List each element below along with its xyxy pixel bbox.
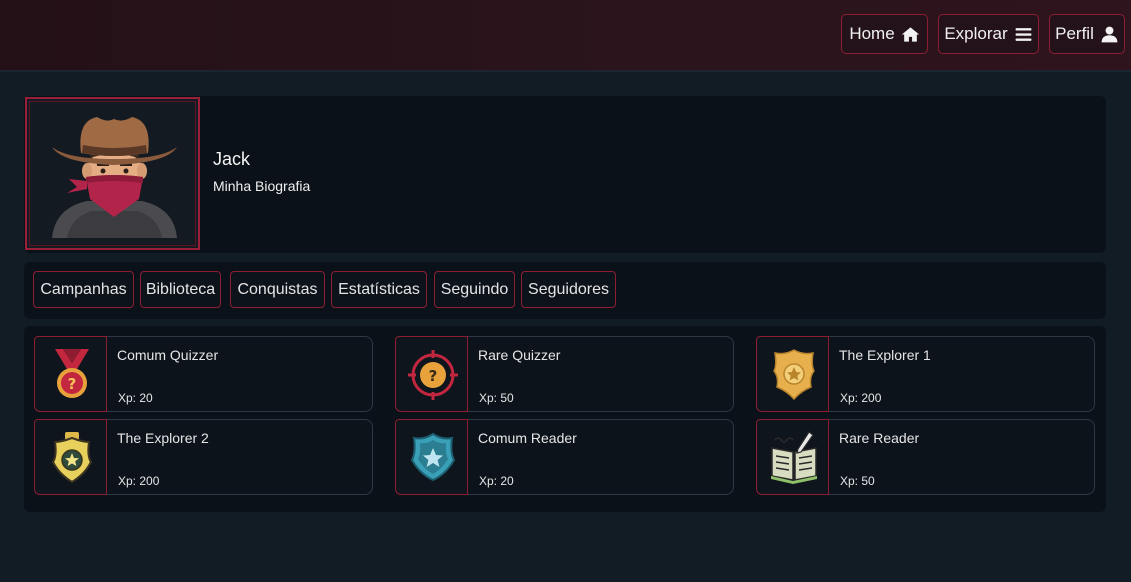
- tab-seguidores[interactable]: Seguidores: [521, 271, 616, 308]
- achievement-xp: Xp: 50: [479, 391, 514, 405]
- profile-card: Jack Minha Biografia: [24, 96, 1106, 253]
- achievement-name: Rare Reader: [839, 430, 920, 446]
- user-icon: [1101, 26, 1118, 42]
- achievement-icon-box: [756, 336, 829, 412]
- home-icon: [901, 26, 919, 42]
- achievement-xp: Xp: 20: [479, 474, 514, 488]
- sheriff-badge-icon: [51, 432, 93, 484]
- gold-badge-icon: [773, 349, 815, 401]
- achievement-name: Comum Reader: [478, 430, 577, 446]
- tab-seguindo[interactable]: Seguindo: [434, 271, 515, 308]
- nav-home-button[interactable]: Home: [841, 14, 928, 54]
- achievement-name: The Explorer 2: [117, 430, 209, 446]
- achievement-icon-box: [756, 419, 829, 495]
- top-navbar: Home Explorar Perfil: [0, 0, 1131, 72]
- achievement-icon-box: [34, 419, 107, 495]
- achievement-card[interactable]: The Explorer 1 Xp: 200: [756, 336, 1095, 412]
- achievement-card[interactable]: ? Comum Quizzer Xp: 20: [34, 336, 373, 412]
- profile-name: Jack: [213, 149, 251, 169]
- open-book-pen-icon: [771, 431, 817, 484]
- achievement-icon-box: ?: [34, 336, 107, 412]
- nav-explorar-label: Explorar: [944, 24, 1008, 43]
- achievement-xp: Xp: 200: [118, 474, 160, 488]
- achievement-name: Rare Quizzer: [478, 347, 561, 363]
- achievement-card[interactable]: The Explorer 2 Xp: 200: [34, 419, 373, 495]
- achievement-name: The Explorer 1: [839, 347, 931, 363]
- achievements-grid: ? Comum Quizzer Xp: 20 ? Rare Quizzer Xp…: [24, 326, 1106, 512]
- profile-tabs: Campanhas Biblioteca Conquistas Estatíst…: [24, 262, 1106, 319]
- achievement-xp: Xp: 200: [840, 391, 882, 405]
- nav-perfil-label: Perfil: [1055, 24, 1094, 43]
- cowboy-bandit-avatar-icon: [52, 117, 177, 238]
- medal-question-icon: ?: [55, 349, 89, 398]
- tab-biblioteca[interactable]: Biblioteca: [140, 271, 221, 308]
- tab-conquistas[interactable]: Conquistas: [230, 271, 325, 308]
- svg-text:?: ?: [68, 375, 77, 393]
- target-question-icon: ?: [408, 350, 458, 400]
- shield-star-icon: [410, 432, 456, 482]
- achievement-card[interactable]: ? Rare Quizzer Xp: 50: [395, 336, 734, 412]
- achievement-name: Comum Quizzer: [117, 347, 219, 363]
- achievement-card[interactable]: Rare Reader Xp: 50: [756, 419, 1095, 495]
- achievement-icon-box: ?: [395, 336, 468, 412]
- tab-campanhas[interactable]: Campanhas: [33, 271, 134, 308]
- nav-perfil-button[interactable]: Perfil: [1049, 14, 1125, 54]
- profile-bio: Minha Biografia: [213, 178, 311, 194]
- avatar[interactable]: [25, 97, 200, 250]
- achievement-xp: Xp: 20: [118, 391, 153, 405]
- achievement-icon-box: [395, 419, 468, 495]
- achievement-card[interactable]: Comum Reader Xp: 20: [395, 419, 734, 495]
- achievement-xp: Xp: 50: [840, 474, 875, 488]
- nav-explorar-button[interactable]: Explorar: [938, 14, 1039, 54]
- nav-home-label: Home: [849, 24, 895, 43]
- tab-estatisticas[interactable]: Estatísticas: [331, 271, 427, 308]
- svg-text:?: ?: [429, 367, 438, 385]
- bars-icon: [1015, 27, 1032, 41]
